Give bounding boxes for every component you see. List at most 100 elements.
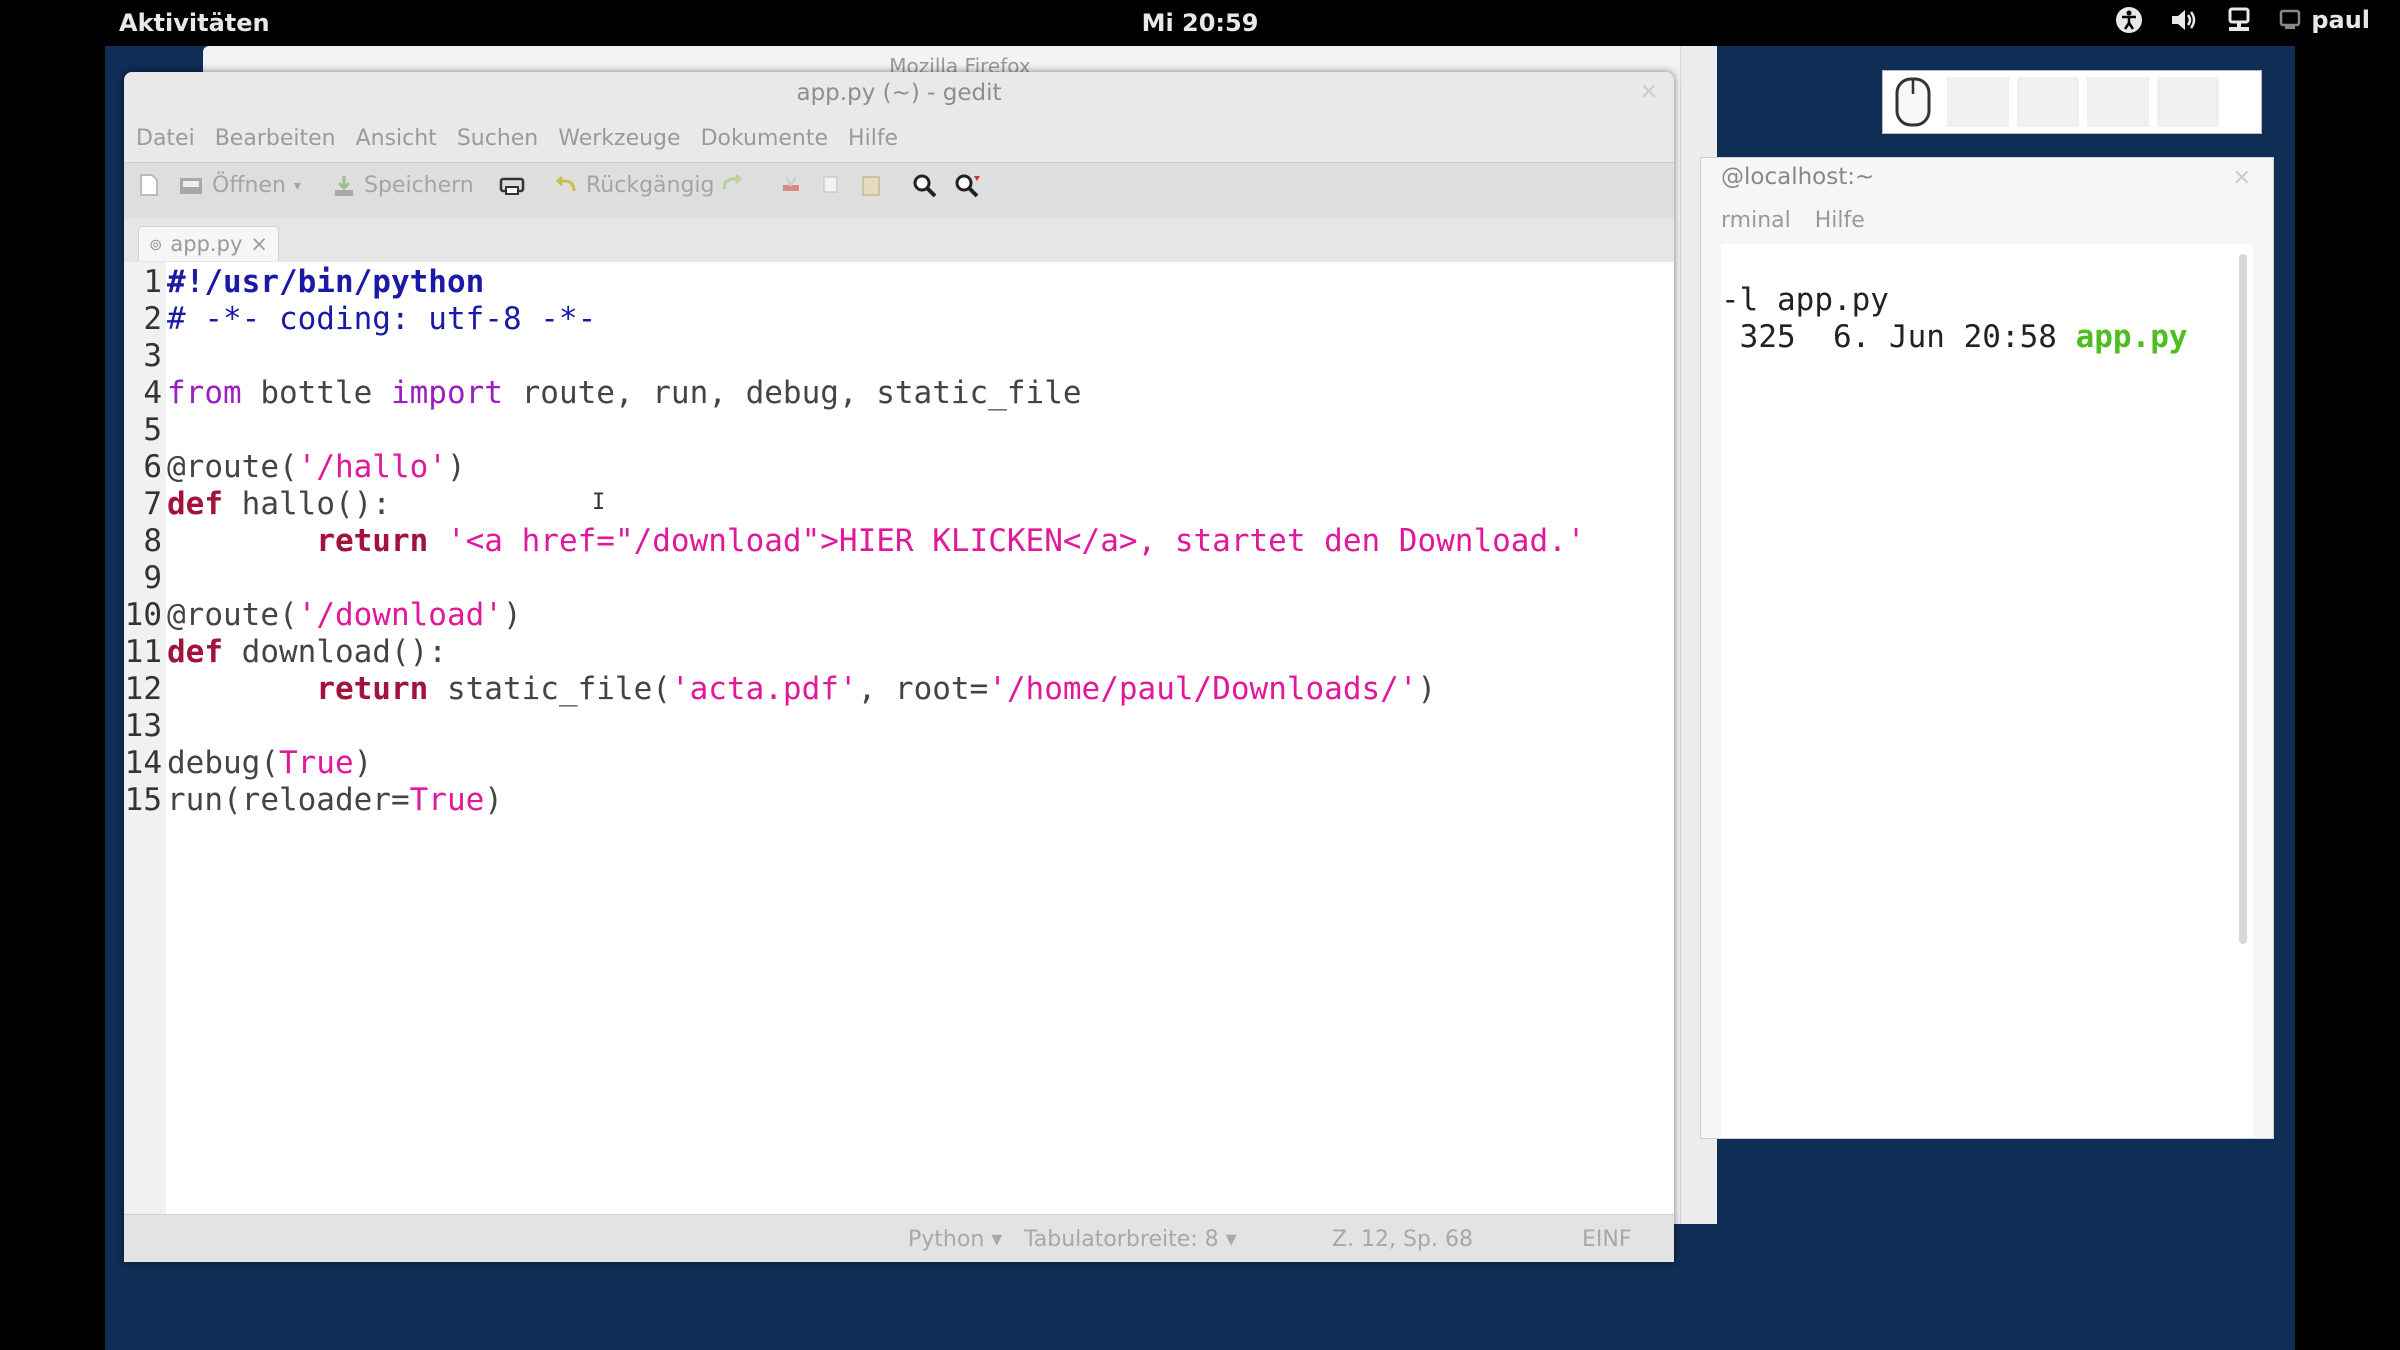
cut-icon — [783, 176, 799, 191]
window-title: app.py (~) - gedit — [796, 80, 1002, 106]
tab-width-selector[interactable]: Tabulatorbreite: 8 ▾ — [1024, 1227, 1237, 1252]
code-text: def hallo(): — [167, 486, 391, 523]
menu-terminal[interactable]: rminal — [1721, 208, 1791, 233]
code-text: return static_file('acta.pdf', root='/ho… — [167, 671, 1436, 708]
menu-documents[interactable]: Dokumente — [701, 126, 828, 151]
workspace-thumbnail[interactable] — [2087, 77, 2149, 127]
print-button[interactable] — [499, 173, 525, 197]
terminal-line-text: 325 6. Jun 20:58 — [1721, 319, 2076, 355]
save-button[interactable]: Speichern — [332, 173, 474, 198]
terminal-window[interactable]: @localhost:~ ✕ rminal Hilfe -l app.py 32… — [1700, 157, 2274, 1139]
menu-view[interactable]: Ansicht — [356, 126, 437, 151]
code-token: '/hallo' — [297, 449, 447, 485]
line-number: 3 — [143, 338, 162, 374]
user-menu[interactable]: paul — [2279, 6, 2370, 34]
menu-tools[interactable]: Werkzeuge — [558, 126, 680, 151]
menu-help[interactable]: Hilfe — [848, 126, 898, 151]
network-icon[interactable] — [2225, 6, 2253, 34]
copy-button[interactable] — [820, 173, 842, 195]
chevron-down-icon[interactable]: ▾ — [294, 178, 301, 194]
code-token: , root= — [857, 671, 989, 707]
code-token: ) — [353, 745, 373, 781]
line-number: 12 — [124, 671, 162, 707]
language-selector[interactable]: Python ▾ — [908, 1227, 1002, 1252]
menu-help[interactable]: Hilfe — [1815, 208, 1865, 233]
code-token: import — [390, 375, 503, 411]
tab-bar: ⊚ app.py × — [124, 218, 1674, 263]
language-label: Python — [908, 1227, 985, 1252]
accessibility-icon[interactable] — [2115, 6, 2143, 34]
code-token: run(reloader= — [167, 782, 410, 818]
code-text: @route('/download') — [167, 597, 522, 634]
new-document-icon — [140, 174, 158, 196]
redo-icon — [722, 173, 743, 190]
line-number: 4 — [143, 375, 162, 411]
cursor-position: Z. 12, Sp. 68 — [1332, 1227, 1473, 1252]
workspace-switcher — [1882, 70, 2262, 134]
code-token: def — [167, 634, 223, 670]
paste-icon — [862, 176, 880, 196]
clock[interactable]: Mi 20:59 — [0, 9, 2400, 37]
code-token: ) — [1417, 671, 1437, 707]
system-tray: paul — [2115, 6, 2370, 34]
text-cursor: I — [592, 490, 606, 515]
line-number: 11 — [124, 634, 162, 670]
code-token: download(): — [223, 634, 447, 670]
replace-button[interactable] — [954, 173, 982, 199]
code-editor[interactable]: 1 #!/usr/bin/python 2 # -*- coding: utf-8 -… — [124, 262, 1674, 1214]
cut-button[interactable] — [780, 173, 802, 195]
top-bar: Aktivitäten Mi 20:59 paul — [0, 0, 2400, 46]
tab-label: app.py — [170, 232, 243, 256]
line-number: 15 — [124, 782, 162, 818]
code-text: #!/usr/bin/python — [167, 264, 484, 301]
menu-search[interactable]: Suchen — [457, 126, 538, 151]
code-text: from bottle import route, run, debug, st… — [167, 375, 1082, 412]
menu-edit[interactable]: Bearbeiten — [215, 126, 336, 151]
code-token: return — [316, 523, 429, 559]
code-token: hallo(): — [223, 486, 391, 522]
workspace-thumbnail[interactable] — [1947, 77, 2009, 127]
code-text: # -*- coding: utf-8 -*- — [167, 301, 596, 338]
terminal-scrollbar[interactable] — [2239, 254, 2247, 944]
document-icon: ⊚ — [149, 234, 163, 254]
undo-button[interactable]: Rückgängig — [554, 173, 715, 198]
code-token: ) — [446, 449, 466, 485]
code-token: '/download' — [297, 597, 503, 633]
save-label: Speichern — [364, 173, 474, 198]
close-icon[interactable]: ✕ — [1640, 80, 1658, 105]
user-icon — [2280, 9, 2301, 29]
toolbar: Öffnen ▾ Speichern Rückgängig — [124, 162, 1674, 219]
workspace-thumbnail[interactable] — [2017, 77, 2079, 127]
volume-icon[interactable] — [2169, 6, 2199, 34]
code-token: def — [167, 486, 223, 522]
open-label: Öffnen — [212, 173, 286, 198]
paste-button[interactable] — [860, 173, 882, 197]
tab-app-py[interactable]: ⊚ app.py × — [138, 226, 279, 261]
status-bar: Python ▾ Tabulatorbreite: 8 ▾ Z. 12, Sp.… — [124, 1214, 1674, 1262]
close-icon[interactable]: ✕ — [2233, 166, 2251, 191]
open-icon — [180, 177, 202, 194]
mouse-icon[interactable] — [1887, 74, 1939, 130]
code-token: #!/usr/bin/python — [167, 264, 485, 300]
code-token: return — [316, 671, 429, 707]
gedit-window[interactable]: app.py (~) - gedit ✕ Datei Bearbeiten An… — [124, 72, 1674, 1262]
new-document-button[interactable] — [138, 173, 160, 197]
code-token: ) — [502, 597, 522, 633]
search-button[interactable] — [912, 173, 938, 199]
code-token: # -*- coding: utf-8 -*- — [167, 301, 597, 337]
workspace-thumbnail[interactable] — [2157, 77, 2219, 127]
code-token: ) — [484, 782, 503, 818]
terminal-menubar: rminal Hilfe — [1721, 208, 1865, 233]
code-text: debug(True) — [167, 745, 372, 782]
menu-file[interactable]: Datei — [136, 126, 195, 151]
redo-button[interactable] — [720, 173, 744, 195]
copy-icon — [823, 176, 838, 193]
code-text: return '<a href="/download">HIER KLICKEN… — [167, 523, 1585, 560]
terminal-output[interactable]: -l app.py 325 6. Jun 20:58 app.py — [1721, 244, 2253, 1138]
tab-close-icon[interactable]: × — [250, 232, 268, 256]
terminal-filename: app.py — [2075, 319, 2188, 355]
code-token: @route( — [167, 597, 298, 633]
open-button[interactable]: Öffnen ▾ — [178, 173, 301, 198]
